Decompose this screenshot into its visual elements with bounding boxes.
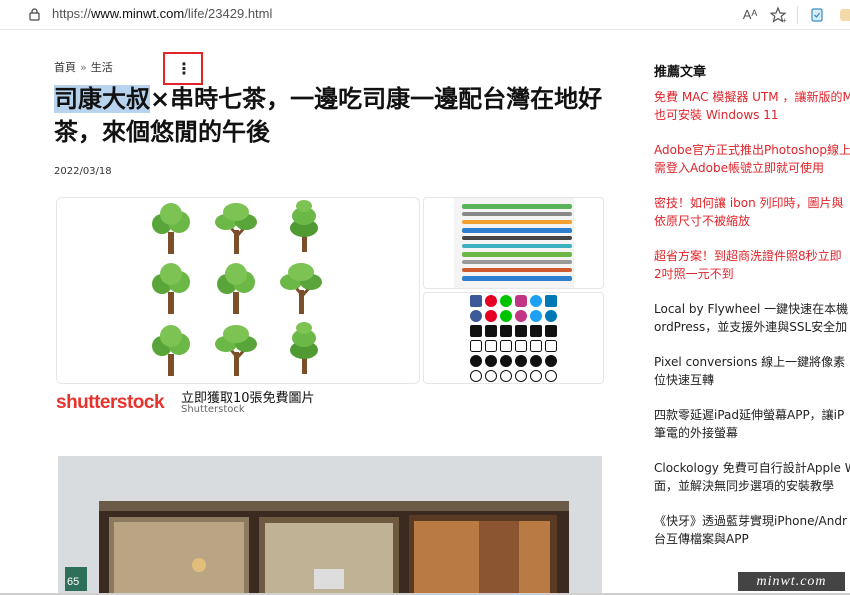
article-link-line: 位快速互轉 (654, 373, 715, 387)
address-bar: https://www.minwt.com/life/23429.html Aᴬ… (0, 0, 850, 30)
breadcrumb-home-link[interactable]: 首頁 (54, 61, 76, 74)
more-options-icon[interactable]: ⋮ (174, 58, 194, 80)
url-field[interactable]: https://www.minwt.com/life/23429.html (52, 6, 272, 21)
button-set-illustration (454, 198, 574, 288)
article-link-line: 需登入Adobe帳號立即就可使用 (654, 161, 824, 175)
article-link-line: Clockology 免費可自行設計Apple W (654, 461, 850, 475)
article-link-line: Local by Flywheel 一鍵快速在本機 (654, 302, 849, 316)
page-title: 司康大叔×串時七茶，一邊吃司康一邊配台灣在地好茶，來個悠閒的午後 (54, 83, 614, 149)
url-scheme: https:// (52, 6, 92, 21)
sidebar-heading: 推薦文章 (654, 65, 707, 80)
article-link-line: ordPress，並支援外連與SSL安全加 (654, 320, 848, 334)
tree-3 (290, 200, 318, 252)
tree-7 (152, 325, 190, 376)
recommended-article-link[interactable]: Pixel conversions 線上一鍵將像素 位快速互轉 (654, 353, 850, 389)
social-icons-illustration (470, 295, 557, 382)
url-path: /life/23429.html (184, 6, 273, 21)
tree-6 (278, 261, 324, 316)
tree-4 (152, 263, 190, 314)
svg-text:+: + (782, 16, 787, 25)
ad-image[interactable] (56, 197, 420, 384)
recommended-article-link[interactable]: 免費 MAC 模擬器 UTM ，讓新版的M 也可安裝 Windows 11 (654, 88, 850, 124)
post-date: 2022/03/18 (54, 166, 112, 177)
title-highlighted-text: 司康大叔 (54, 85, 150, 113)
tree-1 (152, 203, 190, 254)
recommended-article-link[interactable]: 密技！如何讓 ibon 列印時，圖片與 依原尺寸不被縮放 (654, 194, 850, 230)
recommended-article-link[interactable]: 四款零延遲iPad延伸螢幕APP，讓iP 筆電的外接螢幕 (654, 406, 850, 442)
article-link-line: 依原尺寸不被縮放 (654, 214, 751, 228)
article-link-line: Adobe官方正式推出Photoshop線上 (654, 143, 850, 157)
tree-2 (213, 201, 259, 256)
read-aloud-icon[interactable]: Aᴬ (740, 5, 760, 25)
article-link-line: 筆電的外接螢幕 (654, 426, 739, 440)
shutterstock-logo[interactable]: shutterstock (56, 392, 165, 414)
article-photo: 65 (58, 456, 602, 595)
trees-illustration (152, 200, 324, 378)
extension-icon[interactable] (807, 5, 827, 25)
breadcrumb-separator: » (80, 61, 87, 74)
article-link-line: 台互傳檔案與APP (654, 532, 749, 546)
article-link-line: 密技！如何讓 ibon 列印時，圖片與 (654, 196, 844, 210)
article-link-line: 免費 MAC 模擬器 UTM ，讓新版的M (654, 90, 850, 104)
breadcrumb: 首頁 » 生活 (54, 59, 113, 75)
article-link-line: 超省方案！到超商洗證件照8秒立即 (654, 249, 842, 263)
recommended-article-link[interactable]: Local by Flywheel 一鍵快速在本機 ordPress，並支援外連… (654, 300, 850, 336)
tree-9 (290, 322, 318, 374)
article-link-line: 也可安裝 Windows 11 (654, 108, 779, 122)
article-link-line: 2吋照一元不到 (654, 267, 734, 281)
lock-icon[interactable] (29, 8, 40, 21)
recommended-article-link[interactable]: Clockology 免費可自行設計Apple W 面，並解決無同步選項的安裝教… (654, 459, 850, 495)
tree-8 (213, 323, 259, 378)
article-link-line: 四款零延遲iPad延伸螢幕APP，讓iP (654, 408, 845, 422)
favorite-star-icon[interactable]: + (768, 5, 788, 25)
extension-icon-2[interactable] (836, 5, 850, 25)
toolbar-divider (797, 6, 798, 24)
watermark-logo: minwt.com (738, 572, 845, 591)
ad-advertiser: Shutterstock (181, 404, 245, 415)
article-link-line: Pixel conversions 線上一鍵將像素 (654, 355, 846, 369)
storefront-photo: 65 (59, 457, 601, 594)
tree-5 (217, 263, 255, 314)
recommended-article-link[interactable]: Adobe官方正式推出Photoshop線上 需登入Adobe帳號立即就可使用 (654, 141, 850, 177)
highlight-box: ⋮ (163, 52, 203, 85)
url-domain: www.minwt.com (91, 6, 185, 21)
breadcrumb-category-link[interactable]: 生活 (91, 61, 113, 74)
ad-thumbnail-buttons[interactable] (423, 197, 604, 289)
svg-text:65: 65 (67, 576, 79, 588)
recommended-article-link[interactable]: 《快牙》透過藍芽實現iPhone/Andr 台互傳檔案與APP (654, 512, 850, 548)
article-link-line: 《快牙》透過藍芽實現iPhone/Andr (654, 514, 847, 528)
ad-thumbnail-social-icons[interactable] (423, 292, 604, 384)
recommended-article-link[interactable]: 超省方案！到超商洗證件照8秒立即 2吋照一元不到 (654, 247, 850, 283)
article-link-line: 面，並解決無同步選項的安裝教學 (654, 479, 835, 493)
